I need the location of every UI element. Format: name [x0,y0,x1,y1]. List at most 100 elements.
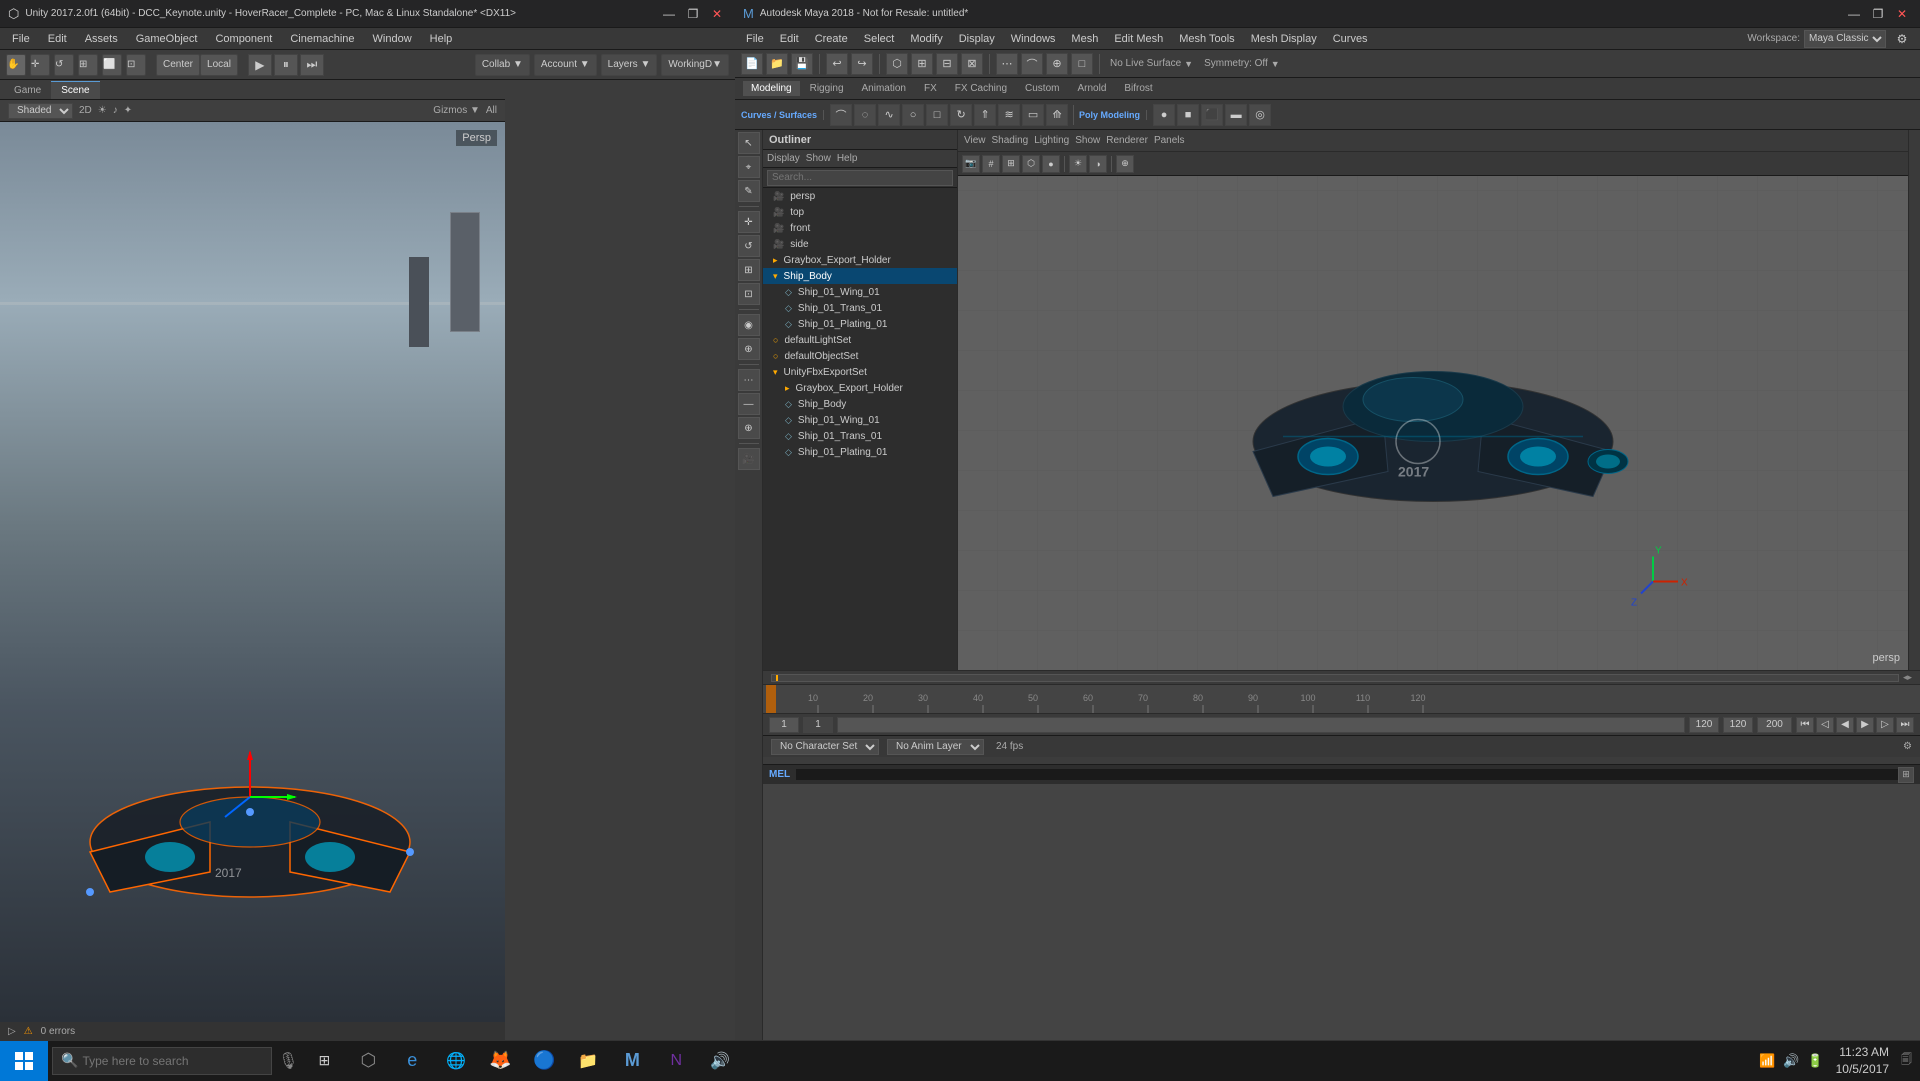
maya-minimize-btn[interactable]: — [1844,4,1864,24]
snap-edge-side-btn[interactable]: — [738,393,760,415]
outliner-search-input[interactable] [767,170,953,186]
maya-menu-curves[interactable]: Curves [1326,31,1375,47]
unity-menu-file[interactable]: File [4,31,38,47]
nurbs-circle-btn[interactable]: ○ [902,104,924,126]
audio-toggle[interactable]: ♪ [113,105,118,116]
modtab-rigging[interactable]: Rigging [802,81,852,96]
maya-menu-edit[interactable]: Edit [773,31,806,47]
sound-taskbar-btn[interactable]: 🔊 [700,1041,740,1081]
timeline-range-bar[interactable] [837,717,1685,733]
maya-close-btn[interactable]: ✕ [1892,4,1912,24]
unity-menu-window[interactable]: Window [365,31,420,47]
maya-scrubber[interactable] [771,674,1899,682]
poly-cube-btn[interactable]: ■ [1177,104,1199,126]
vp-show-menu[interactable]: Show [1075,135,1100,146]
step-forward-btn[interactable]: ▷ [1876,717,1894,733]
curve-ep-btn[interactable]: ◌ [854,104,876,126]
maya-3d-viewport[interactable]: View Shading Lighting Show Renderer Pane… [958,130,1908,670]
modtab-arnold[interactable]: Arnold [1069,81,1114,96]
onenote-taskbar-btn[interactable]: N [656,1041,696,1081]
files-taskbar-btn[interactable]: 📁 [568,1041,608,1081]
vp-shadow-btn[interactable]: ◑ [1089,155,1107,173]
maya-canvas[interactable]: 2017 Y X Z [958,176,1908,670]
planar-btn[interactable]: ▭ [1022,104,1044,126]
poly-cylinder-btn[interactable]: ⬛ [1201,104,1223,126]
select-hierarchy-btn[interactable]: ⬡ [886,53,908,75]
snap-grid-side-btn[interactable]: ⋯ [738,369,760,391]
snap-point-side-btn[interactable]: ⊕ [738,417,760,439]
notifications-btn[interactable]: 🗐 [1901,1051,1912,1070]
outliner-plating[interactable]: ◇ Ship_01_Plating_01 [763,316,957,332]
outliner-wing-sub[interactable]: ◇ Ship_01_Wing_01 [763,412,957,428]
step-back-btn[interactable]: ◁ [1816,717,1834,733]
vp-view-menu[interactable]: View [964,135,986,146]
lighting-toggle[interactable]: ☀ [98,105,107,116]
vp-env-btn[interactable]: ⊕ [1116,155,1134,173]
modtab-modeling[interactable]: Modeling [743,81,800,96]
maya-menu-meshtools[interactable]: Mesh Tools [1172,31,1241,47]
maya-menu-display[interactable]: Display [952,31,1002,47]
paint-select-btn[interactable]: ✎ [738,180,760,202]
maya-menu-editmesh[interactable]: Edit Mesh [1107,31,1170,47]
rotate-tool-btn[interactable]: ↺ [54,54,74,76]
unity-menu-gameobject[interactable]: GameObject [128,31,206,47]
outliner-unity-fbx-set[interactable]: ▾ UnityFbxExportSet [763,364,957,380]
outliner-display-menu[interactable]: Display [767,153,800,164]
maya-menu-windows[interactable]: Windows [1004,31,1063,47]
outliner-show-menu[interactable]: Show [806,153,831,164]
gizmos-btn[interactable]: Gizmos ▼ [433,105,480,116]
poly-plane-btn[interactable]: ▬ [1225,104,1247,126]
outliner-graybox-sub[interactable]: ▸ Graybox_Export_Holder [763,380,957,396]
expand-command-btn[interactable]: ⊞ [1898,767,1914,783]
maya-taskbar-btn[interactable]: M [612,1041,652,1081]
lasso-tool-btn[interactable]: ⌖ [738,156,760,178]
unity-menu-component[interactable]: Component [207,31,280,47]
poly-torus-btn[interactable]: ◎ [1249,104,1271,126]
vp-panels-menu[interactable]: Panels [1154,135,1185,146]
soft-select-btn[interactable]: ◉ [738,314,760,336]
outliner-ship-body-sub[interactable]: ◇ Ship_Body [763,396,957,412]
scale-tool-sidebar-btn[interactable]: ⊞ [738,259,760,281]
chrome-taskbar-btn[interactable]: 🔵 [524,1041,564,1081]
snap-point-btn[interactable]: ⊕ [1046,53,1068,75]
unity-menu-help[interactable]: Help [422,31,461,47]
rotate-tool-sidebar-btn[interactable]: ↺ [738,235,760,257]
layout-dropdown[interactable]: WorkingD▼ [661,54,729,76]
timeline-current-end[interactable] [1689,717,1719,733]
pivot-local-btn[interactable]: Local [200,54,238,76]
outliner-graybox-export-holder[interactable]: ▸ Graybox_Export_Holder [763,252,957,268]
microphone-icon[interactable]: 🎙 [278,1051,298,1071]
vp-camera-btn[interactable]: 📷 [962,155,980,173]
snap-grid-btn[interactable]: ⋯ [996,53,1018,75]
volume-icon[interactable]: 🔊 [1783,1053,1799,1069]
tab-game[interactable]: Game [4,81,51,99]
collab-dropdown[interactable]: Collab ▼ [475,54,530,76]
outliner-plating-sub[interactable]: ◇ Ship_01_Plating_01 [763,444,957,460]
modtab-fx[interactable]: FX [916,81,945,96]
battery-icon[interactable]: 🔋 [1807,1053,1823,1069]
nurbs-square-btn[interactable]: □ [926,104,948,126]
select-none-btn[interactable]: ⊟ [936,53,958,75]
rect-tool-btn[interactable]: ⬜ [102,54,122,76]
modtab-bifrost[interactable]: Bifrost [1116,81,1160,96]
vp-wireframe-btn[interactable]: ⬡ [1022,155,1040,173]
modtab-custom[interactable]: Custom [1017,81,1067,96]
outliner-side[interactable]: 🎥 side [763,236,957,252]
firefox-taskbar-btn[interactable]: 🦊 [480,1041,520,1081]
play-forward-btn[interactable]: ▶ [1856,717,1874,733]
maya-open-btn[interactable]: 📁 [766,53,788,75]
mel-python-toggle[interactable]: ⚙ [1903,741,1912,752]
start-button[interactable] [0,1041,48,1081]
account-dropdown[interactable]: Account ▼ [534,54,597,76]
unity-close-btn[interactable]: ✕ [707,4,727,24]
pivot-center-btn[interactable]: Center [156,54,200,76]
taskbar-search-box[interactable]: 🔍 [52,1047,272,1075]
play-btn[interactable]: ▶ [248,54,272,76]
vp-shading-menu[interactable]: Shading [992,135,1029,146]
outliner-default-light-set[interactable]: ○ defaultLightSet [763,332,957,348]
play-back-btn[interactable]: ◀ [1836,717,1854,733]
scale-tool-btn[interactable]: ⊞ [78,54,98,76]
command-input[interactable] [796,769,1898,780]
modtab-fx-caching[interactable]: FX Caching [947,81,1015,96]
maya-menu-select[interactable]: Select [857,31,902,47]
